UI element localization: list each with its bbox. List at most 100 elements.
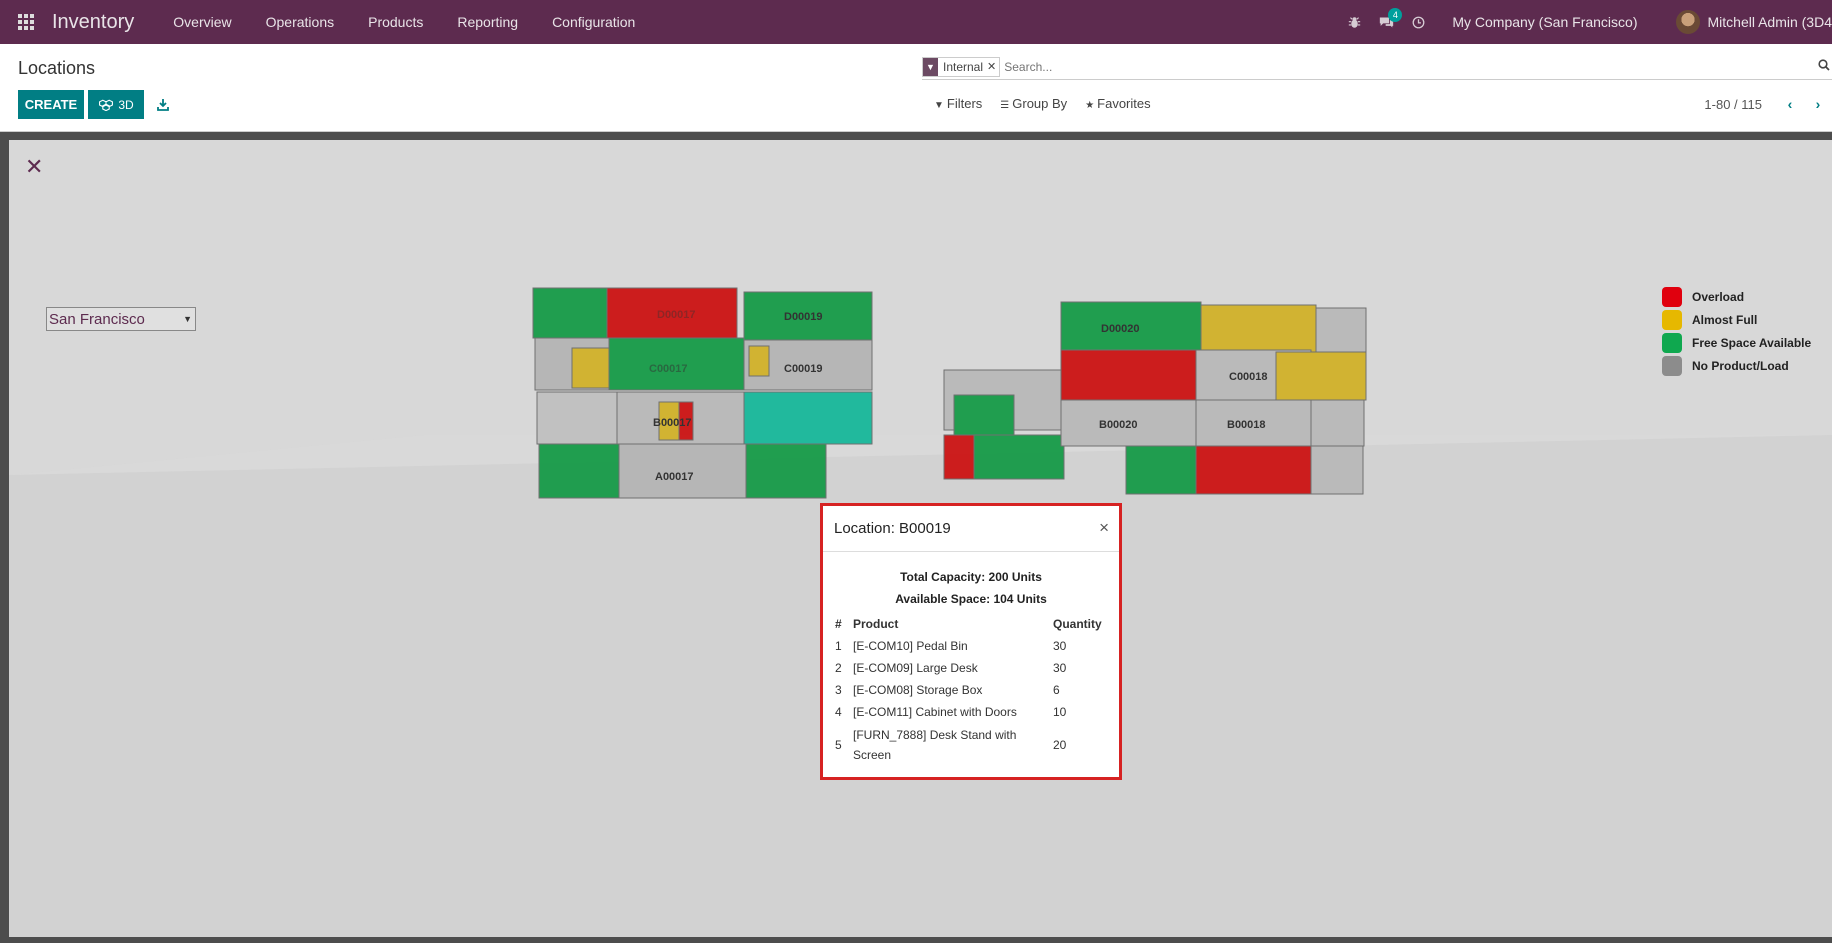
cubes-icon [99,99,114,111]
legend-item-overload: Overload [1662,285,1811,308]
bin-label: D00019 [784,311,823,323]
menu-overview[interactable]: Overview [156,0,248,44]
legend-label: Free Space Available [1692,335,1812,350]
bars-icon: ☰ [1000,100,1010,111]
bin-label: A00017 [655,471,694,483]
table-row: 4 [E-COM11] Cabinet with Doors 10 [835,701,1107,723]
search-options: ▼ Filters ☰ Group By ★ Favorites [934,96,1151,111]
view-3d-label: 3D [118,97,134,112]
legend-label: Overload [1692,289,1745,304]
warehouse-select[interactable]: San Francisco ▼ [46,307,196,331]
menu-products[interactable]: Products [351,0,440,44]
facet-label: Internal [943,59,984,74]
row-number: 3 [835,683,842,697]
legend-item-almost-full: Almost Full [1662,308,1811,331]
bin-label: D00020 [1101,323,1140,335]
total-capacity: Total Capacity: 200 Units [900,570,1042,584]
control-panel: Locations CREATE 3D ▼ Internal ✕ ▼Filter… [0,44,1832,132]
menu-configuration[interactable]: Configuration [535,0,652,44]
search-input[interactable] [1004,59,1818,74]
legend-label: No Product/Load [1692,358,1789,373]
popup-title: Location: B00019 [834,520,951,537]
row-quantity: 6 [1053,683,1060,697]
chat-icon[interactable]: 4 [1370,0,1403,44]
legend-swatch-red [1662,286,1682,307]
row-product: [E-COM10] Pedal Bin [853,639,968,653]
bin-label: B00020 [1099,419,1138,431]
group-by-label: Group By [1012,96,1068,111]
pager: 1-80 / 115 ‹ › [1704,96,1832,112]
warehouse-select-value: San Francisco [49,310,145,328]
table-row: 5 [FURN_7888] Desk Stand with Screen 20 [835,723,1107,767]
row-product: [FURN_7888] Desk Stand with Screen [853,728,1017,762]
column-header-number: # [835,617,842,631]
svg-text:D00017: D00017 [657,309,696,321]
row-number: 2 [835,661,842,675]
menu-operations[interactable]: Operations [249,0,351,44]
legend-swatch-yellow [1662,309,1682,330]
search-facet: ▼ Internal ✕ [922,56,1001,77]
create-button[interactable]: CREATE [18,90,84,119]
star-icon: ★ [1085,100,1095,111]
pager-next-icon[interactable]: › [1804,96,1832,112]
legend-item-no-product: No Product/Load [1662,354,1811,377]
popup-header: Location: B00019 × [823,506,1119,552]
table-header-row: # Product Quantity [835,613,1107,635]
user-menu[interactable]: Mitchell Admin (3D4 [1708,14,1832,30]
favorites-label: Favorites [1097,96,1151,111]
filter-icon: ▼ [934,100,944,111]
facet-remove-icon[interactable]: ✕ [987,60,999,73]
bin-label: C00018 [1229,371,1268,383]
company-switcher[interactable]: My Company (San Francisco) [1452,14,1637,30]
table-row: 2 [E-COM09] Large Desk 30 [835,657,1107,679]
popup-close-icon[interactable]: × [1099,518,1109,538]
app-name[interactable]: Inventory [52,11,134,34]
pager-previous-icon[interactable]: ‹ [1776,96,1804,112]
filters-button[interactable]: ▼ Filters [934,96,982,111]
user-avatar[interactable] [1675,10,1700,34]
bin-label: B00018 [1227,419,1266,431]
available-space: Available Space: 104 Units [895,592,1047,606]
debug-bug-icon[interactable] [1338,0,1370,44]
legend-swatch-green [1662,332,1682,353]
bin-label: C00019 [784,363,823,375]
row-product: [E-COM08] Storage Box [853,683,983,697]
legend-swatch-gray [1662,355,1682,376]
filter-icon: ▼ [923,57,938,76]
filters-label: Filters [946,96,983,111]
table-row: 3 [E-COM08] Storage Box 6 [835,679,1107,701]
download-icon[interactable] [152,93,174,115]
group-by-button[interactable]: ☰ Group By [1000,96,1067,111]
pager-value[interactable]: 1-80 / 115 [1704,97,1762,112]
chat-badge: 4 [1388,8,1403,22]
bin-label: B00017 [653,417,692,429]
favorites-button[interactable]: ★ Favorites [1085,96,1150,111]
row-number: 1 [835,639,842,653]
search-bar: ▼ Internal ✕ [922,54,1832,80]
location-popup: Location: B00019 × Total Capacity: 200 U… [820,503,1122,780]
top-navbar: Inventory Overview Operations Products R… [0,0,1832,44]
popup-body: Total Capacity: 200 Units Available Spac… [823,552,1119,767]
row-quantity: 30 [1053,639,1067,653]
row-number: 5 [835,738,842,752]
row-quantity: 10 [1053,705,1067,719]
products-table: # Product Quantity 1 [E-COM10] Pedal Bin… [835,613,1107,767]
column-header-quantity: Quantity [1053,617,1102,631]
row-quantity: 20 [1053,738,1067,752]
menu-reporting[interactable]: Reporting [440,0,535,44]
legend: Overload Almost Full Free Space Availabl… [1662,285,1811,377]
view-3d-button[interactable]: 3D [88,90,144,119]
row-product: [E-COM09] Large Desk [853,661,978,675]
legend-label: Almost Full [1692,312,1758,327]
bin-label: C00017 [649,363,688,375]
row-number: 4 [835,705,842,719]
apps-menu-icon[interactable] [0,0,52,44]
legend-item-free-space: Free Space Available [1662,331,1811,354]
activity-clock-icon[interactable] [1402,0,1434,44]
page-title: Locations [18,58,96,78]
column-header-product: Product [853,617,899,631]
search-icon[interactable] [1818,59,1832,74]
row-product: [E-COM11] Cabinet with Doors [853,705,1017,719]
close-3d-view-icon[interactable]: ✕ [25,156,43,178]
table-row: 1 [E-COM10] Pedal Bin 30 [835,635,1107,657]
